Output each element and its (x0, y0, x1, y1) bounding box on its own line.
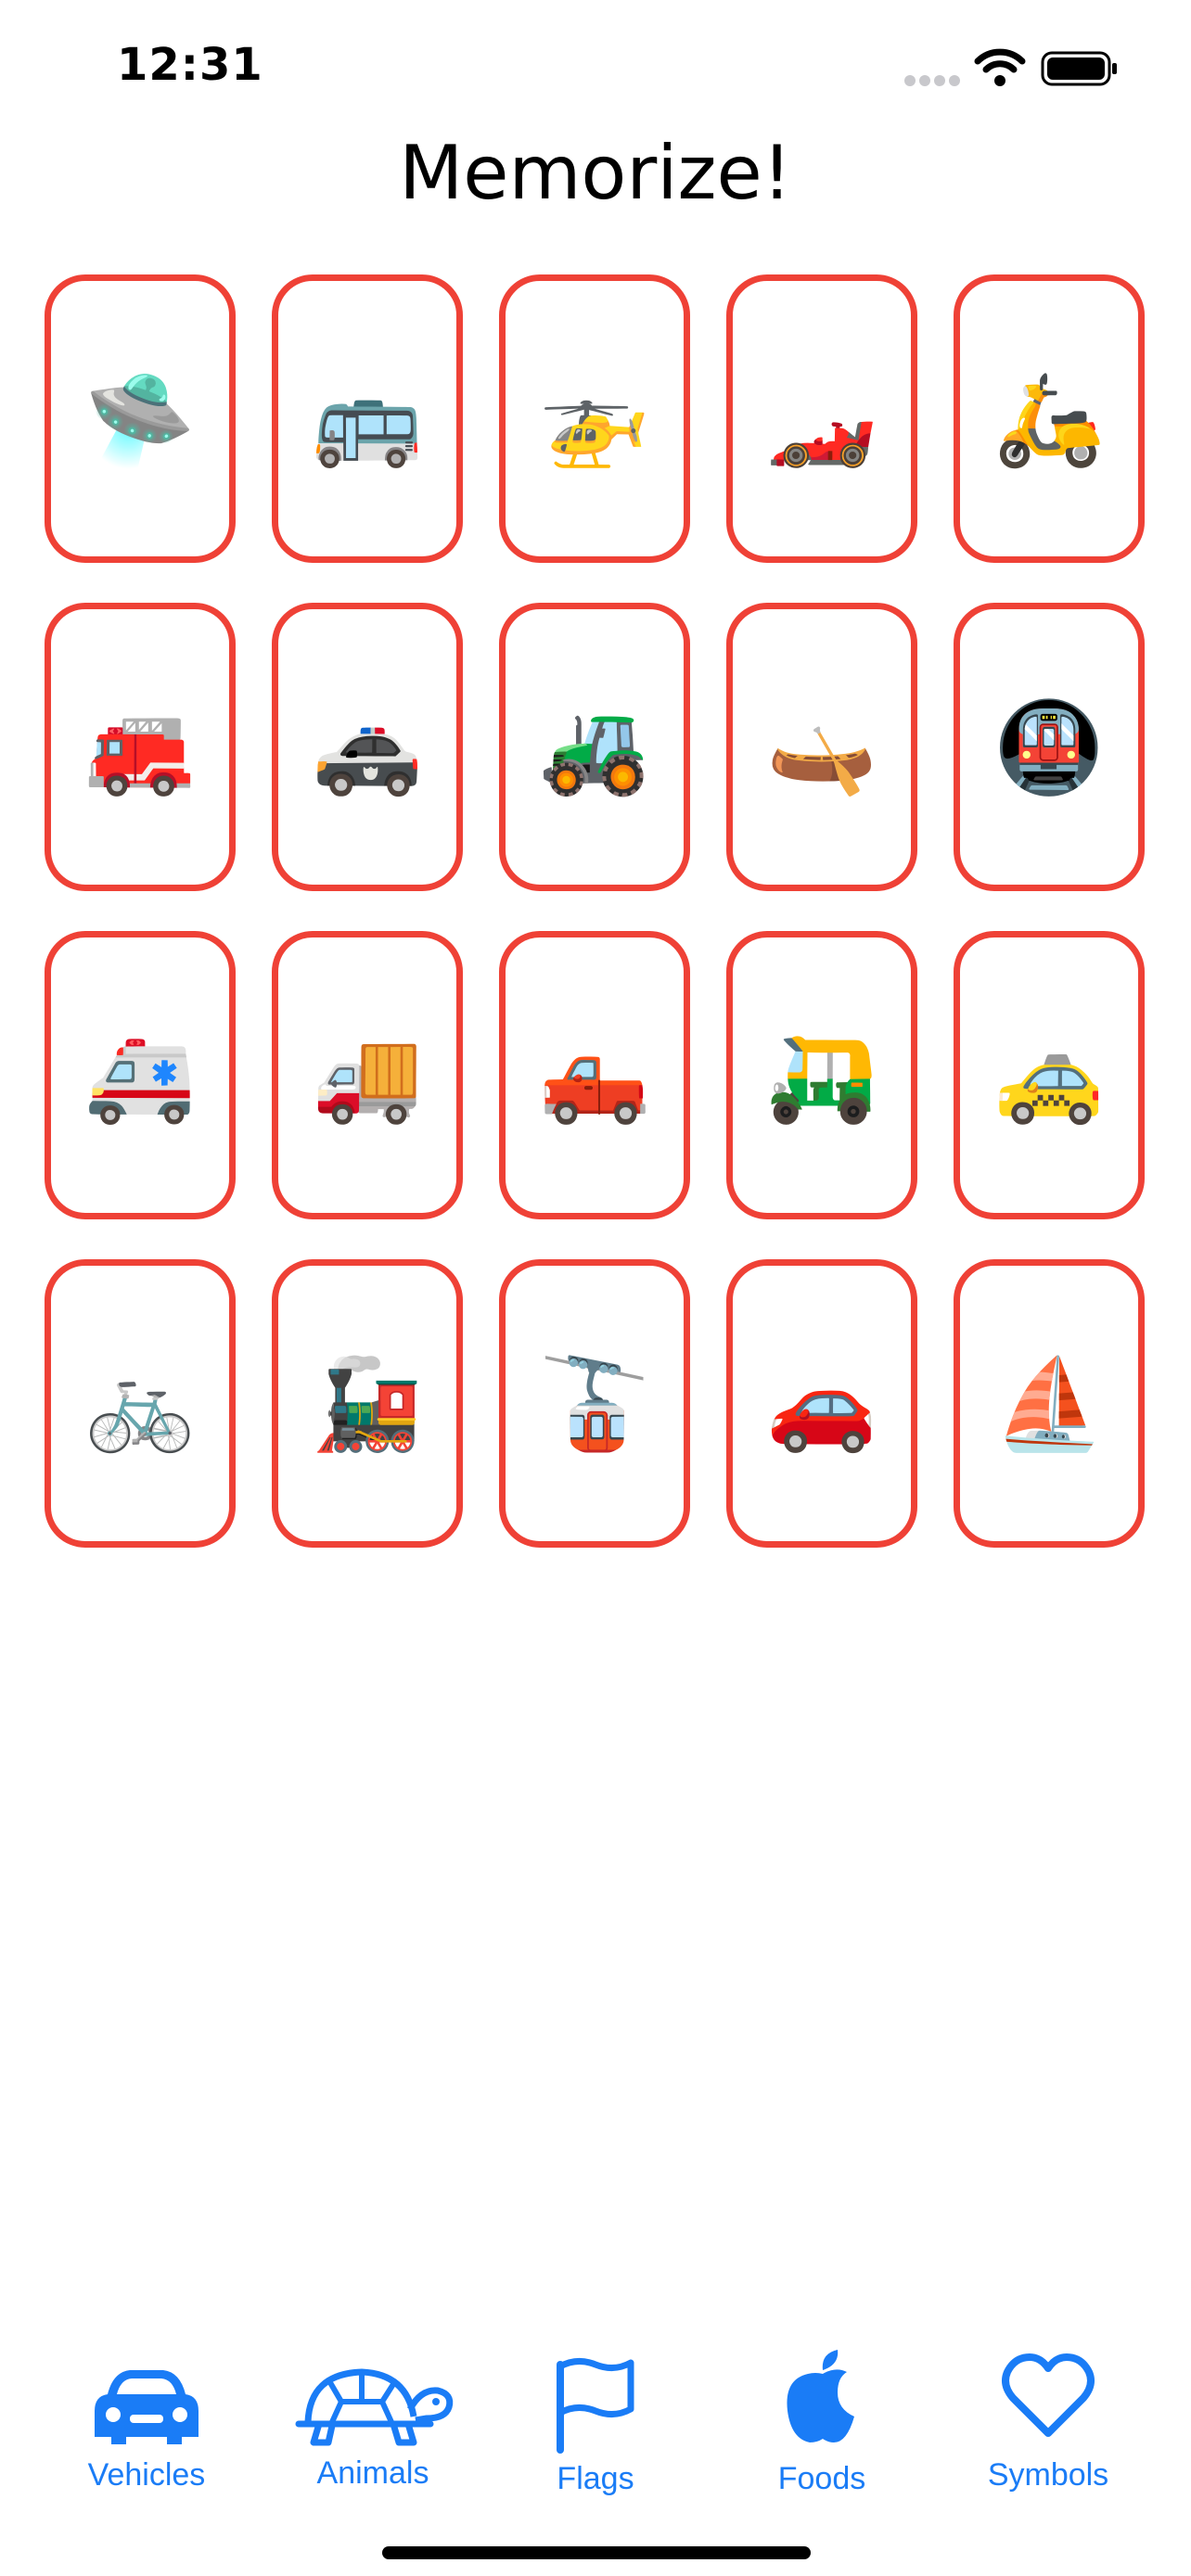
card[interactable]: 🚕 (954, 931, 1145, 1219)
card-emoji: 🚁 (539, 366, 650, 471)
card-emoji: 🛵 (993, 366, 1105, 471)
card[interactable]: 🚡 (499, 1259, 690, 1548)
tab-label-vehicles: Vehicles (87, 2457, 206, 2493)
card-emoji: 🚑 (84, 1023, 196, 1128)
tab-symbols[interactable]: Symbols (955, 2327, 1141, 2513)
card[interactable]: 🚌 (272, 274, 463, 563)
card-emoji: 🚇 (993, 695, 1105, 799)
card-emoji: 🚌 (312, 366, 423, 471)
card[interactable]: 🛻 (499, 931, 690, 1219)
card-emoji: 🚒 (84, 695, 196, 799)
card[interactable]: 🛵 (954, 274, 1145, 563)
card[interactable]: 🏎️ (726, 274, 917, 563)
tab-label-animals: Animals (316, 2455, 429, 2491)
card[interactable]: 🚇 (954, 603, 1145, 891)
card-emoji: 🏎️ (766, 366, 877, 471)
card-emoji: 🛺 (766, 1023, 877, 1128)
tab-bar: Vehicles Animals Flags Foods Symbols (0, 2327, 1191, 2513)
card-emoji: 🛶 (766, 695, 877, 799)
heart-icon (1002, 2353, 1095, 2437)
tab-label-symbols: Symbols (987, 2457, 1109, 2493)
card[interactable]: 🛶 (726, 603, 917, 891)
card[interactable]: 🚁 (499, 274, 690, 563)
card-grid: 🛸 🚌 🚁 🏎️ 🛵 🚒 🚓 🚜 🛶 🚇 🚑 🚚 🛻 🛺 🚕 🚲 🚂 🚡 🚗 ⛵ (0, 0, 1191, 1576)
card-emoji: 🚕 (993, 1023, 1105, 1128)
tab-foods[interactable]: Foods (729, 2327, 915, 2513)
card[interactable]: 🚓 (272, 603, 463, 891)
card-emoji: 🛸 (84, 366, 196, 471)
tab-vehicles[interactable]: Vehicles (54, 2327, 239, 2513)
card[interactable]: ⛵ (954, 1259, 1145, 1548)
flag-icon (557, 2358, 634, 2454)
card-emoji: 🚂 (312, 1351, 423, 1456)
car-icon (95, 2370, 198, 2444)
home-indicator (382, 2546, 811, 2559)
card-emoji: 🚡 (539, 1351, 650, 1456)
tab-animals[interactable]: Animals (280, 2327, 466, 2513)
card[interactable]: 🛺 (726, 931, 917, 1219)
card-emoji: 🚓 (312, 695, 423, 799)
tab-flags[interactable]: Flags (503, 2327, 688, 2513)
tab-label-foods: Foods (777, 2461, 866, 2496)
card[interactable]: 🚲 (45, 1259, 236, 1548)
tab-label-flags: Flags (557, 2461, 634, 2496)
card-emoji: ⛵ (993, 1351, 1105, 1456)
card-emoji: 🚜 (539, 695, 650, 799)
card-emoji: 🚚 (312, 1023, 423, 1128)
card[interactable]: 🛸 (45, 274, 236, 563)
card[interactable]: 🚒 (45, 603, 236, 891)
card[interactable]: 🚜 (499, 603, 690, 891)
card[interactable]: 🚂 (272, 1259, 463, 1548)
tortoise-icon (295, 2368, 454, 2446)
card-emoji: 🚲 (84, 1351, 196, 1456)
card[interactable]: 🚚 (272, 931, 463, 1219)
card[interactable]: 🚑 (45, 931, 236, 1219)
apple-icon (787, 2350, 854, 2442)
card-emoji: 🚗 (766, 1351, 877, 1456)
card-emoji: 🛻 (539, 1023, 650, 1128)
card[interactable]: 🚗 (726, 1259, 917, 1548)
